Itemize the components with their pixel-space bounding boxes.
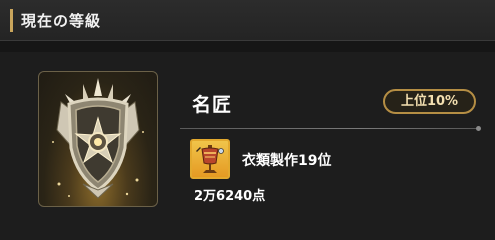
- divider-endpoint: [476, 126, 481, 131]
- section-header: 現在の等級: [0, 0, 495, 41]
- divider: [180, 128, 480, 129]
- section-title: 現在の等級: [21, 12, 102, 30]
- rank-emblem: [38, 71, 158, 207]
- achievement-label: 衣類製作19位: [242, 153, 332, 169]
- achievement-score: 2万6240点: [194, 189, 266, 204]
- rank-percentile-badge: 上位10%: [383, 89, 476, 114]
- tailoring-mannequin-icon: [190, 139, 230, 179]
- header-accent-bar: [10, 9, 13, 32]
- rank-emblem-icon: [52, 78, 144, 199]
- rank-name: 名匠: [192, 94, 233, 116]
